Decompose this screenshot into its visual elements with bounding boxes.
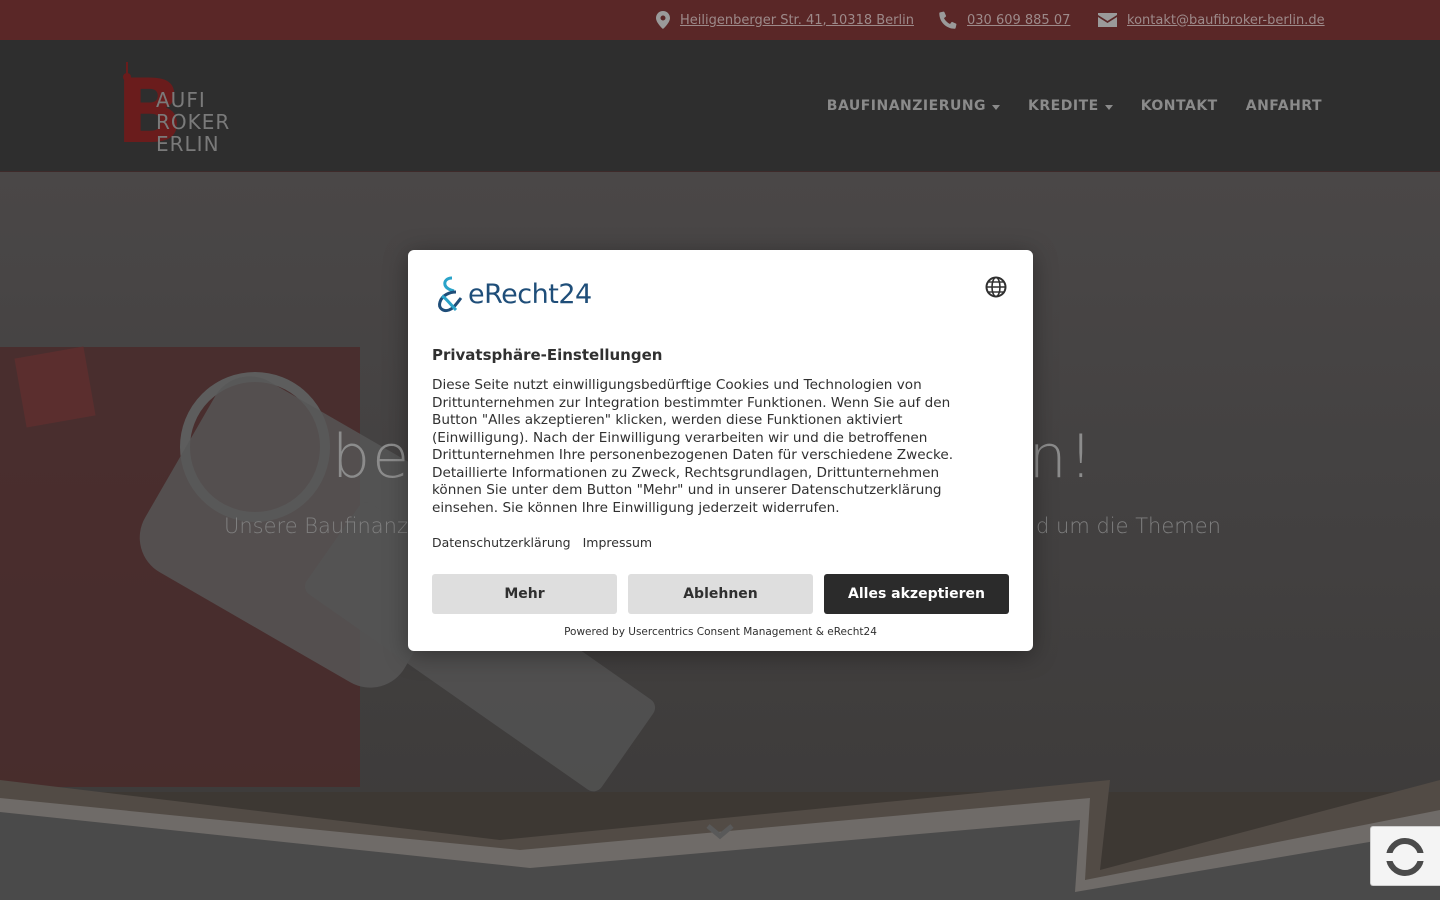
consent-brand: eRecht24 [468,278,592,310]
erecht24-logo: eRecht24 [432,274,592,314]
consent-links: Datenschutzerklärung Impressum [432,535,652,550]
imprint-link[interactable]: Impressum [583,535,652,550]
powered-by-text: Powered by Usercentrics Consent Manageme… [564,626,877,638]
erecht24-mark-icon [438,276,463,312]
accept-all-button[interactable]: Alles akzeptieren [824,574,1009,614]
globe-icon[interactable] [984,275,1008,299]
decline-button[interactable]: Ablehnen [628,574,813,614]
consent-description: Diese Seite nutzt einwilligungsbedürftig… [432,377,954,516]
consent-dialog: eRecht24 Privatsphäre-Einstellungen Dies… [408,250,1033,651]
more-button[interactable]: Mehr [432,574,617,614]
consent-title: Privatsphäre-Einstellungen [432,346,663,364]
privacy-policy-link[interactable]: Datenschutzerklärung [432,535,571,550]
